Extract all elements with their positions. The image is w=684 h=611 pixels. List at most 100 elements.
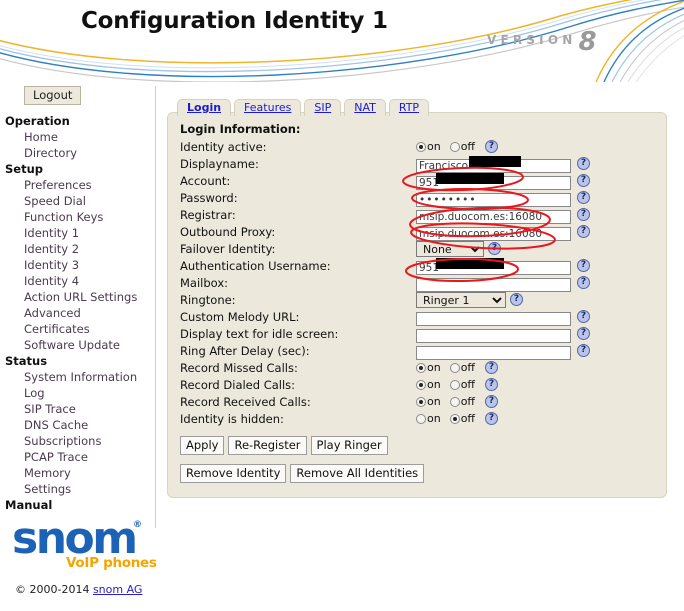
form-row-ringtone: Ringtone:Ringer 1? [180, 291, 656, 308]
radio-button-on[interactable] [416, 380, 426, 390]
sidebar-item-system-information[interactable]: System Information [0, 369, 155, 385]
play-ringer-button[interactable]: Play Ringer [311, 436, 388, 455]
radio-label-on: on [427, 361, 441, 374]
help-icon[interactable]: ? [577, 276, 590, 289]
radio-button-off[interactable] [450, 380, 460, 390]
copyright-text: © 2000-2014 [15, 583, 93, 596]
radio-button-on[interactable] [416, 397, 426, 407]
sidebar-item-speed-dial[interactable]: Speed Dial [0, 193, 155, 209]
radio-record-missed-calls-on[interactable]: on [416, 361, 447, 374]
label-identity-active: Identity active: [180, 140, 416, 154]
help-icon[interactable]: ? [485, 140, 498, 153]
remove-identity-button[interactable]: Remove Identity [180, 464, 286, 483]
input-ring-after-delay-sec[interactable] [416, 346, 571, 360]
sidebar-item-directory[interactable]: Directory [0, 145, 155, 161]
sidebar-item-certificates[interactable]: Certificates [0, 321, 155, 337]
help-icon[interactable]: ? [577, 327, 590, 340]
control-ringtone: Ringer 1? [416, 292, 523, 308]
help-icon[interactable]: ? [485, 378, 498, 391]
radio-button-off[interactable] [450, 363, 460, 373]
sidebar-item-dns-cache[interactable]: DNS Cache [0, 417, 155, 433]
sidebar-item-action-url-settings[interactable]: Action URL Settings [0, 289, 155, 305]
sidebar-nav: OperationHomeDirectorySetupPreferencesSp… [0, 113, 155, 513]
tab-sip[interactable]: SIP [304, 99, 341, 116]
radio-record-received-calls-off[interactable]: off [450, 395, 481, 408]
sidebar-item-advanced[interactable]: Advanced [0, 305, 155, 321]
label-ring-after-delay-sec: Ring After Delay (sec): [180, 344, 416, 358]
radio-identity-active-off[interactable]: off [450, 140, 481, 153]
tab-rtp[interactable]: RTP [389, 99, 429, 116]
sidebar-item-subscriptions[interactable]: Subscriptions [0, 433, 155, 449]
radio-record-missed-calls-off[interactable]: off [450, 361, 481, 374]
help-icon[interactable]: ? [577, 344, 590, 357]
help-icon[interactable]: ? [577, 191, 590, 204]
select-failover-identity[interactable]: None [416, 241, 484, 257]
help-icon[interactable]: ? [485, 395, 498, 408]
re-register-button[interactable]: Re-Register [228, 436, 306, 455]
sidebar-heading-status: Status [0, 353, 155, 369]
help-icon[interactable]: ? [577, 174, 590, 187]
help-icon[interactable]: ? [577, 157, 590, 170]
label-record-received-calls: Record Received Calls: [180, 395, 416, 409]
sidebar-item-preferences[interactable]: Preferences [0, 177, 155, 193]
control-mailbox: ? [416, 273, 590, 292]
label-identity-is-hidden: Identity is hidden: [180, 412, 416, 426]
help-icon[interactable]: ? [577, 310, 590, 323]
input-outbound-proxy[interactable] [416, 227, 571, 241]
help-icon[interactable]: ? [488, 242, 501, 255]
version-label: VERSION [487, 33, 576, 47]
label-mailbox: Mailbox: [180, 276, 416, 290]
tab-features[interactable]: Features [234, 99, 301, 116]
radio-identity-is-hidden-on[interactable]: on [416, 412, 447, 425]
sidebar-item-memory[interactable]: Memory [0, 465, 155, 481]
sidebar-item-sip-trace[interactable]: SIP Trace [0, 401, 155, 417]
radio-button-on[interactable] [416, 414, 426, 424]
tab-bar: LoginFeaturesSIPNATRTP [167, 96, 667, 113]
sidebar-item-software-update[interactable]: Software Update [0, 337, 155, 353]
sidebar-item-identity-4[interactable]: Identity 4 [0, 273, 155, 289]
radio-label-on: on [427, 140, 441, 153]
remove-all-identities-button[interactable]: Remove All Identities [290, 464, 424, 483]
sidebar-item-log[interactable]: Log [0, 385, 155, 401]
sidebar-item-identity-3[interactable]: Identity 3 [0, 257, 155, 273]
radio-identity-active-on[interactable]: on [416, 140, 447, 153]
radio-group-record-received-calls: onoff [416, 395, 481, 408]
radio-button-on[interactable] [416, 363, 426, 373]
tab-nat[interactable]: NAT [344, 99, 386, 116]
help-icon[interactable]: ? [485, 361, 498, 374]
radio-identity-is-hidden-off[interactable]: off [450, 412, 481, 425]
label-custom-melody-url: Custom Melody URL: [180, 310, 416, 324]
help-icon[interactable]: ? [577, 259, 590, 272]
control-identity-is-hidden: onoff? [416, 412, 498, 425]
tab-login[interactable]: Login [177, 99, 231, 116]
help-icon[interactable]: ? [485, 412, 498, 425]
form-row-account: Account:? [180, 172, 656, 189]
radio-record-dialed-calls-on[interactable]: on [416, 378, 447, 391]
sidebar-item-pcap-trace[interactable]: PCAP Trace [0, 449, 155, 465]
form-row-authentication-username: Authentication Username:? [180, 257, 656, 274]
form-rows: Identity active:onoff?Displayname:?Accou… [180, 138, 656, 427]
select-ringtone[interactable]: Ringer 1 [416, 292, 506, 308]
sidebar-item-settings[interactable]: Settings [0, 481, 155, 497]
control-ring-after-delay-sec: ? [416, 341, 590, 360]
version-indicator: VERSION 8 [487, 27, 597, 53]
apply-button[interactable]: Apply [180, 436, 224, 455]
sidebar-item-home[interactable]: Home [0, 129, 155, 145]
help-icon[interactable]: ? [577, 208, 590, 221]
help-icon[interactable]: ? [510, 293, 523, 306]
radio-button-off[interactable] [450, 397, 460, 407]
help-icon[interactable]: ? [577, 225, 590, 238]
radio-button-off[interactable] [450, 142, 460, 152]
radio-record-received-calls-on[interactable]: on [416, 395, 447, 408]
sidebar-item-identity-2[interactable]: Identity 2 [0, 241, 155, 257]
snom-ag-link[interactable]: snom AG [93, 583, 143, 596]
form-row-record-missed-calls: Record Missed Calls:onoff? [180, 359, 656, 376]
radio-button-on[interactable] [416, 142, 426, 152]
radio-button-off[interactable] [450, 414, 460, 424]
radio-record-dialed-calls-off[interactable]: off [450, 378, 481, 391]
control-record-received-calls: onoff? [416, 395, 498, 408]
sidebar-item-function-keys[interactable]: Function Keys [0, 209, 155, 225]
logout-button[interactable]: Logout [24, 86, 81, 105]
sidebar-item-identity-1[interactable]: Identity 1 [0, 225, 155, 241]
input-mailbox[interactable] [416, 278, 571, 292]
